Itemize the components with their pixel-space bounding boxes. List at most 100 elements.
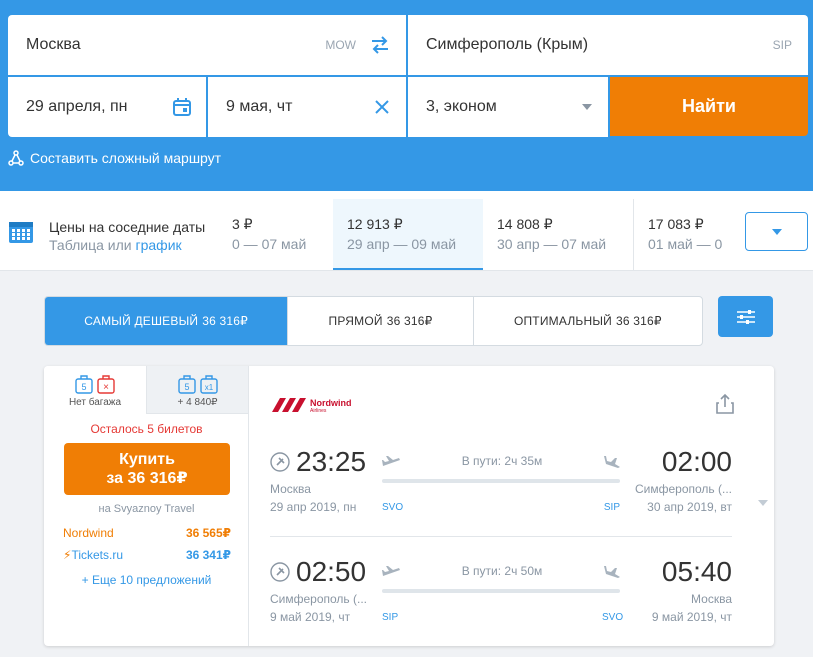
swap-icon[interactable]: [370, 35, 390, 55]
offer-price: 36 565₽: [185, 526, 231, 540]
date-cell-price: 17 083 ₽: [648, 216, 704, 232]
hand-luggage-kg: 5: [184, 382, 189, 392]
departure-date: 9 май 2019, чт: [270, 610, 351, 624]
flight-track: [382, 589, 620, 593]
calendar-icon[interactable]: [172, 97, 192, 117]
hand-luggage-icon: 5: [75, 375, 93, 394]
buy-label: Купить: [119, 451, 175, 468]
offer-agency: ⚡Tickets.ru: [63, 548, 123, 562]
svg-text:Nordwind: Nordwind: [310, 398, 352, 408]
origin-iata: MOW: [325, 38, 356, 52]
share-icon[interactable]: [715, 393, 735, 415]
airline-logo: Nordwind Airlines: [270, 396, 370, 414]
baggage-mark: ×: [103, 382, 109, 393]
origin-field[interactable]: Москва MOW: [8, 15, 406, 75]
complex-route-link[interactable]: Составить сложный маршрут: [8, 150, 221, 166]
no-baggage-icon: ×: [97, 375, 115, 394]
date-cell-3[interactable]: 17 083 ₽ 01 май — 0: [633, 199, 729, 270]
segment-divider: [270, 536, 732, 537]
buy-price: за 36 316₽: [106, 470, 188, 487]
arrival-date: 30 апр 2019, вт: [647, 500, 732, 514]
table-label: Таблица: [49, 237, 104, 253]
tab-cheapest[interactable]: Самый дешевый 36 316₽: [45, 297, 288, 345]
sort-tabs: Самый дешевый 36 316₽ Прямой 36 316₽ Опт…: [44, 296, 703, 346]
destination-field[interactable]: Симферополь (Крым) SIP: [408, 15, 808, 75]
offer-price: 36 341₽: [185, 548, 231, 562]
chevron-down-icon: [582, 104, 592, 110]
offer-row[interactable]: ⚡Tickets.ru 36 341₽: [63, 548, 231, 562]
arrival-city: Симферополь (...: [634, 482, 732, 496]
chevron-down-icon: [771, 228, 782, 235]
close-icon[interactable]: [372, 97, 392, 117]
find-button[interactable]: Найти: [610, 77, 808, 136]
baggage-mark: x1: [204, 383, 213, 392]
date-cell-0[interactable]: 3 ₽ 0 — 07 май: [218, 199, 332, 270]
return-date-field[interactable]: 9 мая, чт: [208, 77, 406, 137]
filters-button[interactable]: [718, 296, 773, 337]
tab-price: 36 316₽: [616, 314, 662, 328]
nearby-subtitle: Таблица или график: [49, 237, 182, 253]
tab-direct[interactable]: Прямой 36 316₽: [287, 297, 472, 345]
route-icon: [8, 150, 24, 166]
chart-link[interactable]: график: [136, 237, 182, 253]
complex-route-label: Составить сложный маршрут: [30, 150, 222, 166]
tab-optimal[interactable]: Оптимальный 36 316₽: [472, 297, 702, 345]
date-cell-range: 29 апр — 09 май: [347, 236, 457, 252]
tab-price: 36 316₽: [386, 314, 433, 328]
buy-button[interactable]: Купить за 36 316₽: [64, 443, 230, 495]
destination-iata: SIP: [772, 38, 792, 52]
flight-duration: В пути: 2ч 50м: [461, 564, 543, 578]
baggage-icon: x1: [199, 375, 218, 394]
landing-icon: [604, 456, 620, 468]
offer-agency: Nordwind: [63, 526, 114, 540]
baggage-option-with-bag[interactable]: 5 x1 + 4 840₽: [146, 366, 248, 414]
tickets-remaining: Осталось 5 билетов: [90, 422, 203, 436]
passengers-value: 3, эконом: [426, 98, 497, 115]
departure-iata: SVO: [382, 502, 404, 513]
landing-icon: [604, 566, 620, 578]
passengers-select[interactable]: 3, эконом: [408, 77, 608, 137]
arrival-iata: SIP: [603, 502, 620, 513]
date-cell-2[interactable]: 14 808 ₽ 30 апр — 07 май: [483, 199, 633, 270]
tab-price: 36 316₽: [202, 314, 248, 328]
pin-icon[interactable]: [270, 452, 290, 472]
depart-date: 29 апреля, пн: [26, 98, 128, 115]
more-offers-link[interactable]: + Еще 10 предложений: [44, 573, 249, 587]
departure-city: Симферополь (...: [270, 592, 368, 606]
destination-city: Симферополь (Крым): [426, 36, 589, 53]
svg-text:Airlines: Airlines: [310, 408, 327, 414]
flight-duration: В пути: 2ч 35м: [461, 454, 543, 468]
search-panel: Москва MOW Симферополь (Крым) SIP 29 апр…: [0, 0, 813, 191]
baggage-option-none[interactable]: 5 × Нет багажа: [44, 366, 146, 414]
ticket-card: 5 × Нет багажа 5 x1 + 4 840₽ Осталось 5 …: [44, 366, 774, 646]
pin-icon[interactable]: [270, 562, 290, 582]
origin-city: Москва: [26, 36, 81, 53]
hand-luggage-icon: 5: [177, 375, 196, 394]
sliders-icon: [736, 309, 755, 324]
nearby-dates-strip: Цены на соседние даты Таблица или график…: [0, 191, 813, 271]
arrival-iata: SVO: [602, 612, 624, 623]
departure-time: 02:50: [296, 556, 367, 587]
arrival-city: Москва: [691, 592, 732, 606]
flight-segment-outbound: 23:25 Москва 29 апр 2019, пн В пути: 2ч …: [250, 446, 774, 536]
departure-iata: SIP: [382, 612, 399, 623]
date-cell-1[interactable]: 12 913 ₽ 29 апр — 09 май: [333, 199, 483, 270]
offer-row[interactable]: Nordwind 36 565₽: [63, 526, 231, 540]
date-cell-price: 14 808 ₽: [497, 216, 553, 232]
tab-label: Самый дешевый: [84, 314, 199, 328]
date-cell-price: 12 913 ₽: [347, 216, 403, 232]
calendar-grid-icon: [9, 222, 33, 243]
departure-time: 23:25: [296, 446, 367, 477]
date-cell-range: 01 май — 0: [648, 236, 723, 252]
nearby-title: Цены на соседние даты: [49, 219, 206, 235]
flight-segment-return: 02:50 Симферополь (... 9 май 2019, чт В …: [250, 556, 774, 646]
expand-dates-button[interactable]: [745, 212, 808, 251]
baggage-label: Нет багажа: [68, 397, 122, 408]
depart-date-field[interactable]: 29 апреля, пн: [8, 77, 206, 137]
flight-track: [382, 479, 620, 483]
departure-city: Москва: [270, 482, 311, 496]
or-label: или: [107, 237, 132, 253]
via-agency: на Svyaznoy Travel: [98, 503, 195, 515]
tab-label: Прямой: [328, 314, 383, 328]
arrival-time: 02:00: [661, 446, 732, 477]
